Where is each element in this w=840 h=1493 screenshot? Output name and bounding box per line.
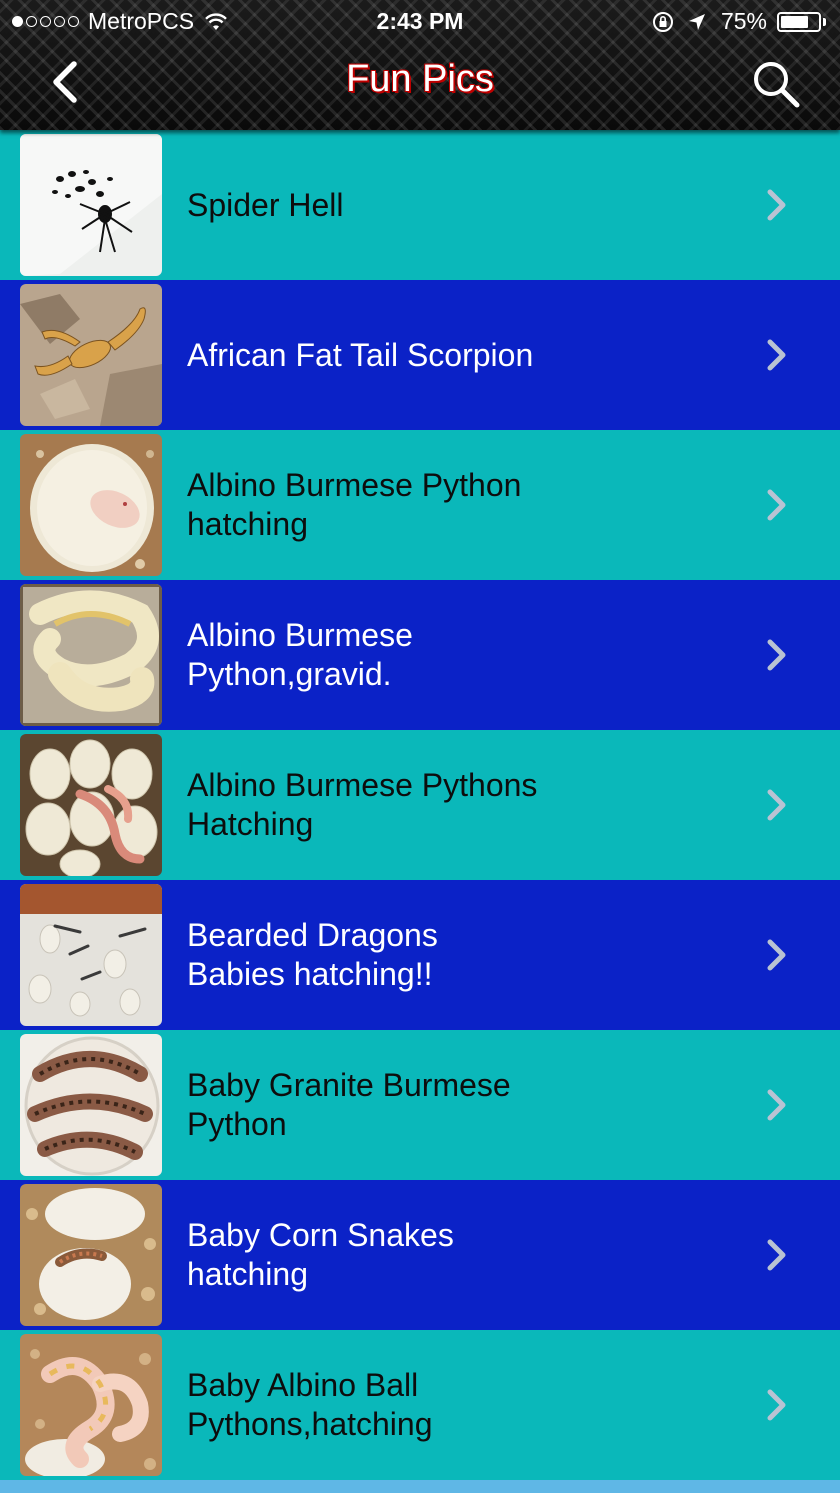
list-item[interactable]: Baby Granite Burmese Python <box>0 1030 840 1180</box>
item-title-line-1: Albino Burmese <box>187 617 413 653</box>
chevron-right-icon <box>767 189 786 221</box>
thumbnail-corn-snakes-image <box>20 1184 162 1326</box>
chevron-right-icon <box>767 639 786 671</box>
list-item[interactable]: Baby Corn Snakes hatching <box>0 1180 840 1330</box>
list-item[interactable]: Albino Burmese Pythons Hatching <box>0 730 840 880</box>
chevron-right-icon <box>767 1089 786 1121</box>
thumbnail-bearded-dragons-image <box>20 884 162 1026</box>
battery-icon <box>777 11 821 32</box>
battery-nub <box>823 17 826 26</box>
item-title-line-1: Bearded Dragons <box>187 917 438 953</box>
item-label: Albino Burmese Python,gravid. <box>187 580 607 730</box>
thumbnail-granite-python-image <box>20 1034 162 1176</box>
battery-fill <box>781 15 808 28</box>
battery-percent: 75% <box>720 8 767 34</box>
item-title-line-2: Hatching <box>187 806 314 842</box>
page-title: Fun Pics <box>346 58 494 100</box>
thumbnail-pythons-hatching-image <box>20 734 162 876</box>
item-title-line-1: Baby Albino Ball <box>187 1367 419 1403</box>
thumbnail-gravid-python-image <box>20 584 162 726</box>
item-title-line-1: Spider Hell <box>187 186 344 223</box>
chevron-right-icon <box>767 789 786 821</box>
list-item[interactable]: Albino Burmese Python hatching <box>0 430 840 580</box>
item-title-line-2: hatching <box>187 506 308 542</box>
item-label: Baby Albino Ball Pythons,hatching <box>187 1330 607 1480</box>
chevron-right-icon <box>767 339 786 371</box>
chevron-right-icon <box>767 939 786 971</box>
status-bar: MetroPCS 2:43 PM 75% <box>0 0 840 42</box>
item-title-line-1: Albino Burmese Python <box>187 467 522 503</box>
thumbnail-ball-pythons-image <box>20 1334 162 1476</box>
list-item[interactable]: Baby Albino Ball Pythons,hatching <box>0 1330 840 1480</box>
location-arrow-icon <box>688 13 705 30</box>
chevron-right-icon <box>767 1239 786 1271</box>
item-title-line-1: Albino Burmese Pythons <box>187 767 538 803</box>
item-label: Albino Burmese Pythons Hatching <box>187 730 607 880</box>
item-label: Spider Hell <box>187 130 607 280</box>
status-right: 75% <box>651 8 826 35</box>
item-label: Albino Burmese Python hatching <box>187 430 607 580</box>
item-title-line-1: Baby Granite Burmese <box>187 1067 511 1103</box>
item-title-line-1: Baby Corn Snakes <box>187 1217 454 1253</box>
item-title-line-2: Python <box>187 1106 287 1142</box>
list-bottom-strip <box>0 1480 840 1493</box>
item-label: Bearded Dragons Babies hatching!! <box>187 880 607 1030</box>
thumbnail-spider-image <box>20 134 162 276</box>
list-item[interactable]: Spider Hell <box>0 130 840 280</box>
item-label: Baby Granite Burmese Python <box>187 1030 607 1180</box>
thumbnail-scorpion-image <box>20 284 162 426</box>
chevron-right-icon <box>767 489 786 521</box>
item-title-line-2: Pythons,hatching <box>187 1406 433 1442</box>
item-title-line-1: African Fat Tail Scorpion <box>187 336 534 373</box>
chevron-right-icon <box>767 1389 786 1421</box>
thumbnail-python-egg-image <box>20 434 162 576</box>
orientation-lock-icon <box>652 11 673 32</box>
item-title-line-2: Babies hatching!! <box>187 956 433 992</box>
item-label: Baby Corn Snakes hatching <box>187 1180 607 1330</box>
list-item[interactable]: Albino Burmese Python,gravid. <box>0 580 840 730</box>
item-label: African Fat Tail Scorpion <box>187 280 607 430</box>
item-title-line-2: Python,gravid. <box>187 656 392 692</box>
item-title-line-2: hatching <box>187 1256 308 1292</box>
list-item[interactable]: Bearded Dragons Babies hatching!! <box>0 880 840 1030</box>
fun-pics-list: Spider Hell African Fat Tail Scorpion Al… <box>0 130 840 1480</box>
list-item[interactable]: African Fat Tail Scorpion <box>0 280 840 430</box>
search-button[interactable] <box>750 58 802 110</box>
